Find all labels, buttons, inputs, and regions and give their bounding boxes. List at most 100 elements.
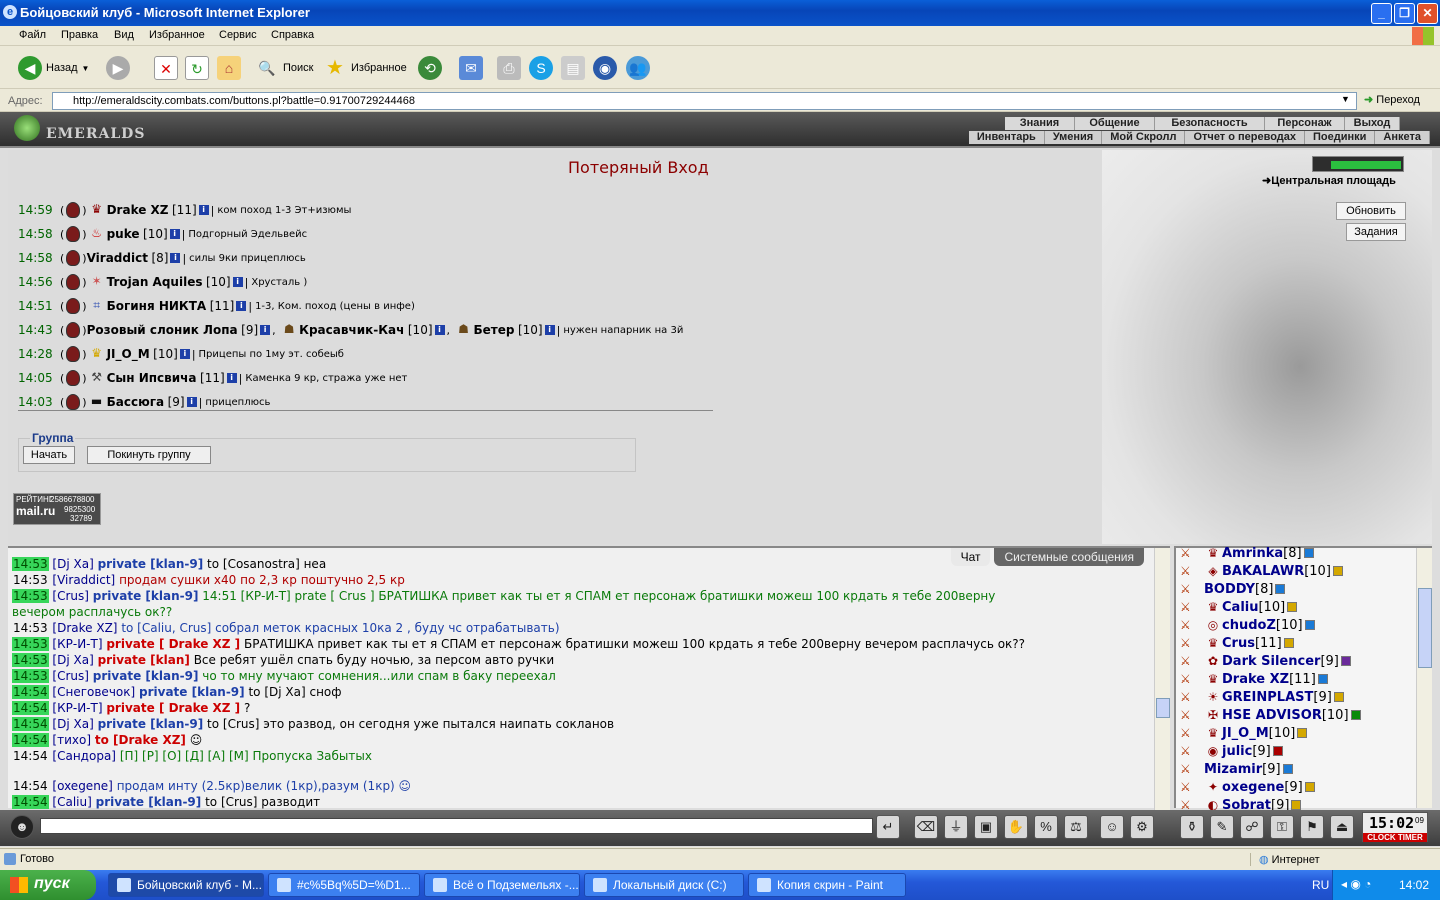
chat-nick[interactable]: [тихо]: [52, 733, 91, 747]
private-message-icon[interactable]: ⚔: [1180, 636, 1204, 650]
chat-private-tag[interactable]: private [klan-9]: [93, 589, 199, 603]
user-row[interactable]: ⚔ ♛ JI_O_M [10]: [1180, 724, 1308, 742]
player-nick[interactable]: Сын Ипсвича: [107, 371, 197, 385]
user-row[interactable]: ⚔ BODDY [8]: [1180, 580, 1286, 598]
chat-nick[interactable]: [Crus]: [52, 669, 89, 683]
private-message-icon[interactable]: ⚔: [1180, 600, 1204, 614]
language-indicator[interactable]: RU: [1312, 878, 1329, 892]
info-icon[interactable]: i: [169, 229, 180, 239]
user-info-icon[interactable]: [1282, 764, 1293, 774]
menu-edit[interactable]: Правка: [61, 29, 98, 41]
nav-communication[interactable]: Общение: [1075, 117, 1155, 130]
nav-profile[interactable]: Анкета: [1375, 131, 1430, 144]
shield-icon[interactable]: [66, 250, 81, 266]
chat-time[interactable]: 14:53: [12, 637, 49, 651]
tray-icons[interactable]: ◂ ◉ ◔: [1341, 877, 1371, 891]
chat-nick[interactable]: [Сандора]: [52, 749, 116, 763]
user-row[interactable]: ⚔ ◎ chudoZ [10]: [1180, 616, 1315, 634]
user-name[interactable]: Dark Silencer: [1222, 654, 1320, 669]
favorites-button[interactable]: ★ Избранное: [323, 55, 407, 81]
chat-nick[interactable]: [Dj Xa]: [52, 717, 93, 731]
chat-time[interactable]: 14:53: [12, 653, 49, 667]
info-icon[interactable]: i: [434, 325, 445, 335]
info-icon[interactable]: i: [198, 205, 209, 215]
leave-group-button[interactable]: Покинуть группу: [87, 446, 211, 464]
chat-private-tag[interactable]: private [klan-9]: [96, 795, 202, 809]
chat-nick[interactable]: [КР-И-Т]: [52, 701, 102, 715]
private-message-icon[interactable]: ⚔: [1180, 744, 1204, 758]
chat-settings-icon[interactable]: ⚙: [1130, 815, 1154, 839]
player-nick[interactable]: JI_O_M: [107, 347, 150, 361]
location-link[interactable]: ➜Центральная площадь: [1262, 174, 1396, 187]
home-button[interactable]: ⌂: [217, 55, 241, 81]
rating-counter[interactable]: РЕЙТИНГ 2586678800 mail.ru 9825300 32789: [13, 493, 101, 525]
info-icon[interactable]: i: [186, 397, 197, 407]
search-button[interactable]: 🔍 Поиск: [255, 55, 313, 81]
user-name[interactable]: oxegene: [1222, 780, 1284, 795]
user-info-icon[interactable]: [1275, 584, 1286, 594]
refresh-button[interactable]: ↻: [185, 55, 209, 81]
filter-icon[interactable]: ⏚: [944, 815, 968, 839]
user-row[interactable]: ⚔ ◉ julic [9]: [1180, 742, 1283, 760]
user-name[interactable]: BAKALAWR: [1222, 564, 1304, 579]
user-name[interactable]: Drake XZ: [1222, 672, 1289, 687]
back-button[interactable]: ◀ Назад ▼: [18, 55, 89, 81]
private-message-icon[interactable]: ⚔: [1180, 780, 1204, 794]
user-info-icon[interactable]: [1287, 602, 1298, 612]
private-message-icon[interactable]: ⚔: [1180, 762, 1204, 776]
chat-time[interactable]: 14:54: [12, 717, 49, 731]
chat-time[interactable]: 14:54: [12, 685, 49, 699]
back-dropdown-icon[interactable]: ▼: [82, 64, 90, 73]
messenger-button[interactable]: ◉: [593, 55, 617, 81]
nav-my-scroll[interactable]: Мой Скролл: [1102, 131, 1186, 144]
info-icon[interactable]: i: [179, 349, 190, 359]
chat-private-tag[interactable]: private [klan-9]: [98, 717, 204, 731]
fight-icon[interactable]: ✋: [1004, 815, 1028, 839]
save-icon[interactable]: ▣: [974, 815, 998, 839]
user-name[interactable]: BODDY: [1204, 582, 1255, 597]
player-nick[interactable]: Viraddict: [87, 251, 148, 265]
scroll-icon[interactable]: ✎: [1210, 815, 1234, 839]
chat-nick[interactable]: [Drake XZ]: [52, 621, 117, 635]
chat-time[interactable]: 14:53: [12, 589, 49, 603]
chat-panel[interactable]: Чат Системные сообщения 14:53 [Dj Xa] pr…: [8, 546, 1170, 810]
chat-time[interactable]: 14:54: [12, 749, 49, 763]
private-message-icon[interactable]: ⚔: [1180, 690, 1204, 704]
start-button[interactable]: пуск: [0, 870, 96, 900]
private-message-icon[interactable]: ⚔: [1180, 618, 1204, 632]
minimize-button[interactable]: _: [1371, 3, 1392, 24]
user-row[interactable]: ⚔ ♛ Drake XZ [11]: [1180, 670, 1328, 688]
shield-icon[interactable]: [66, 226, 81, 242]
chat-private-tag[interactable]: private [klan-9]: [93, 669, 199, 683]
address-dropdown-icon[interactable]: ▼: [1341, 94, 1350, 104]
player-nick[interactable]: Trojan Aquiles: [107, 275, 203, 289]
chat-private-tag[interactable]: private [ Drake XZ ]: [106, 637, 240, 651]
task-local-disk[interactable]: Локальный диск (C:): [584, 873, 744, 897]
user-row[interactable]: ⚔ ♛ Caliu [10]: [1180, 598, 1298, 616]
user-name[interactable]: GREINPLAST: [1222, 690, 1313, 705]
user-info-icon[interactable]: [1291, 800, 1302, 810]
chat-speaker-icon[interactable]: ☻: [10, 815, 34, 839]
player-nick[interactable]: Бетер: [474, 323, 515, 337]
user-info-icon[interactable]: [1272, 746, 1283, 756]
history-button[interactable]: ⟲: [418, 55, 442, 81]
chat-private-tag[interactable]: private [klan-9]: [98, 557, 204, 571]
flag-icon[interactable]: ⚑: [1300, 815, 1324, 839]
nav-transfer-report[interactable]: Отчет о переводах: [1185, 131, 1306, 144]
user-name[interactable]: Crus: [1222, 636, 1255, 651]
user-info-icon[interactable]: [1304, 620, 1315, 630]
address-input[interactable]: http://emeraldscity.combats.com/buttons.…: [52, 92, 1357, 110]
info-icon[interactable]: i: [236, 301, 247, 311]
info-icon[interactable]: i: [232, 277, 243, 287]
user-info-icon[interactable]: [1303, 548, 1314, 558]
chat-input[interactable]: [40, 818, 873, 834]
chat-private-tag[interactable]: to [Drake XZ]: [95, 733, 186, 747]
bag-icon[interactable]: ⚱: [1180, 815, 1204, 839]
chat-time[interactable]: 14:54: [12, 701, 49, 715]
user-row[interactable]: ⚔ ☀ GREINPLAST [9]: [1180, 688, 1344, 706]
user-info-icon[interactable]: [1283, 638, 1294, 648]
player-nick[interactable]: Богиня НИКТА: [107, 299, 207, 313]
user-row[interactable]: ⚔ ◈ BAKALAWR [10]: [1180, 562, 1343, 580]
shield-icon[interactable]: [66, 274, 81, 290]
print-button[interactable]: ⎙: [497, 55, 521, 81]
